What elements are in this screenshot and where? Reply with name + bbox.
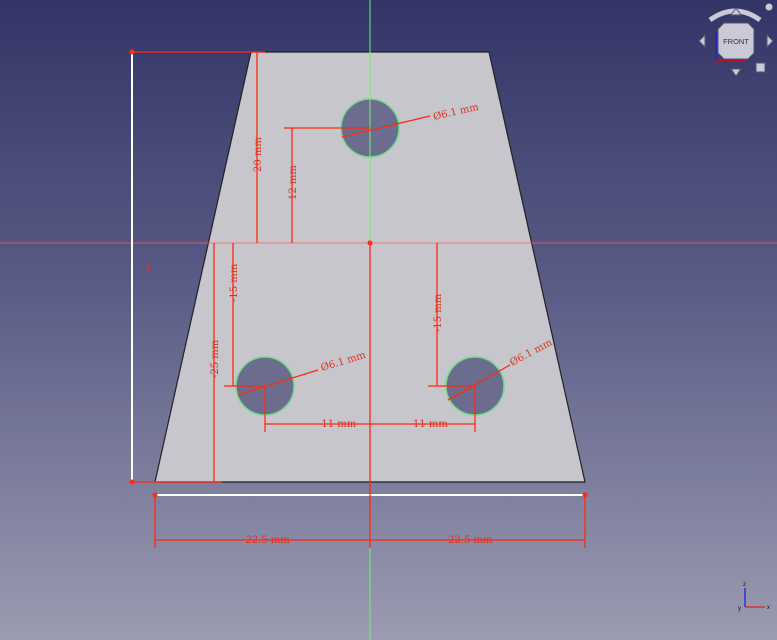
menu-dot-icon[interactable] <box>765 3 773 11</box>
arrow-left-icon[interactable] <box>698 33 706 49</box>
svg-text:x: x <box>767 605 770 611</box>
axis-indicator: x y z <box>738 582 770 612</box>
dim-right-hole-y[interactable]: -15 mm <box>433 293 444 332</box>
dim-right-hole-x[interactable]: 11 mm <box>413 419 448 430</box>
dim-left-hole-x[interactable]: -11 mm <box>318 419 357 430</box>
navigation-cube[interactable]: FRONT <box>698 3 774 77</box>
dim-left-hole-y[interactable]: -15 mm <box>229 263 240 302</box>
cube-icon[interactable] <box>755 62 766 73</box>
dim-height-bottom[interactable]: -25 mm <box>210 339 221 378</box>
arrow-right-icon[interactable] <box>766 33 774 49</box>
dim-top-hole-y[interactable]: 12 mm <box>288 165 299 200</box>
sketch-canvas[interactable]: Ø6.1 mm Ø6.1 mm Ø6.1 mm 20 mm 12 mm -15 … <box>0 0 777 640</box>
dim-bottom-left[interactable]: -22.5 mm <box>242 535 290 546</box>
front-label: FRONT <box>723 37 749 46</box>
svg-text:z: z <box>743 582 746 588</box>
dim-height-top[interactable]: 20 mm <box>253 137 264 172</box>
svg-text:y: y <box>738 606 741 612</box>
arrow-down-icon[interactable] <box>730 68 742 77</box>
dim-bottom-right[interactable]: 22.5 mm <box>448 535 493 546</box>
